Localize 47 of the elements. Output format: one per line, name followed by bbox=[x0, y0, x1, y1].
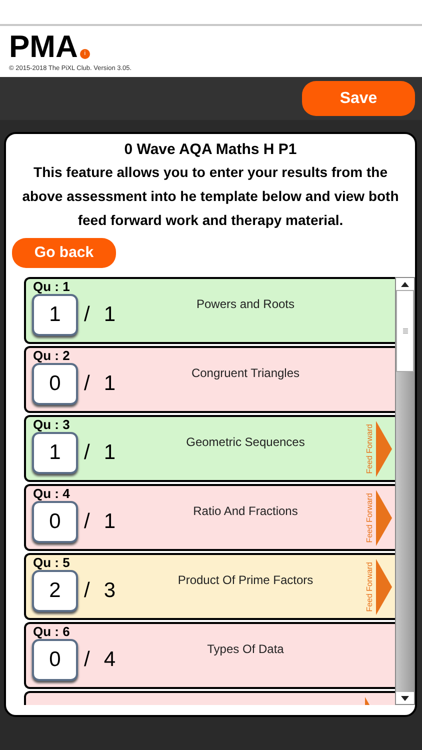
score-input[interactable]: 0 bbox=[32, 363, 78, 405]
max-score: 4 bbox=[104, 647, 116, 674]
topic-label: Types Of Data bbox=[207, 642, 284, 656]
question-label: Qu : 5 bbox=[32, 555, 71, 570]
fraction-slash: / bbox=[84, 578, 90, 604]
question-label: Qu : 6 bbox=[32, 624, 71, 639]
fraction-slash: / bbox=[84, 647, 90, 674]
question-row[interactable]: Qu : 6 0 / 4 Types Of Data bbox=[24, 622, 395, 689]
grip-icon bbox=[402, 328, 408, 334]
score-input[interactable]: 2 bbox=[32, 570, 78, 612]
topic-label: Product Of Prime Factors bbox=[178, 573, 314, 587]
score-input[interactable]: 1 bbox=[32, 432, 78, 474]
panel-description: This feature allows you to enter your results from the above assessment into he template below and view both feed forward work and therapy material. bbox=[21, 163, 400, 230]
arrow-icon[interactable] bbox=[376, 420, 392, 476]
topic-label: Geometric Sequences bbox=[186, 435, 305, 449]
app-logo: PMA bbox=[9, 31, 78, 62]
fraction-slash: / bbox=[84, 371, 90, 398]
fraction-slash: / bbox=[84, 509, 90, 536]
arrow-icon[interactable] bbox=[376, 558, 392, 614]
question-label: Qu : 1 bbox=[32, 279, 71, 294]
score-input[interactable]: 0 bbox=[32, 639, 78, 681]
topic-label: Ratio And Fractions bbox=[193, 504, 298, 518]
score-input[interactable]: 1 bbox=[32, 294, 78, 336]
max-score: 1 bbox=[104, 440, 116, 466]
arrow-icon[interactable] bbox=[376, 490, 392, 546]
question-label: Qu : 4 bbox=[32, 486, 71, 501]
question-row[interactable]: Qu : 4 0 / 1 Ratio And Fractions Feed Forward bbox=[24, 484, 395, 551]
fraction-slash: / bbox=[84, 302, 90, 328]
max-score: 1 bbox=[104, 509, 116, 536]
max-score: 3 bbox=[104, 578, 116, 604]
question-row[interactable]: Qu : 2 0 / 1 Congruent Triangles bbox=[24, 346, 395, 413]
question-row[interactable]: Qu : 1 1 / 1 Powers and Roots bbox=[24, 277, 395, 344]
topic-label: Congruent Triangles bbox=[191, 366, 300, 380]
max-score: 1 bbox=[104, 302, 116, 328]
scroll-thumb[interactable] bbox=[396, 290, 414, 372]
question-row[interactable]: Qu : 3 1 / 1 Geometric Sequences Feed Forward bbox=[24, 415, 395, 482]
question-label: Qu : 3 bbox=[32, 417, 71, 432]
score-input[interactable]: 0 bbox=[32, 501, 78, 543]
scrollbar[interactable] bbox=[395, 277, 415, 705]
max-score: 1 bbox=[104, 371, 116, 398]
up-arrow-icon[interactable] bbox=[401, 282, 409, 286]
topic-label: Powers and Roots bbox=[196, 297, 295, 311]
down-arrow-icon[interactable] bbox=[401, 696, 409, 700]
panel-title: 0 Wave AQA Maths H P1 bbox=[123, 140, 298, 160]
fraction-slash: / bbox=[84, 440, 90, 466]
question-row[interactable]: Qu : 5 2 / 3 Product Of Prime Factors Feed Forward bbox=[24, 553, 395, 620]
question-label: Qu : 2 bbox=[32, 348, 71, 363]
